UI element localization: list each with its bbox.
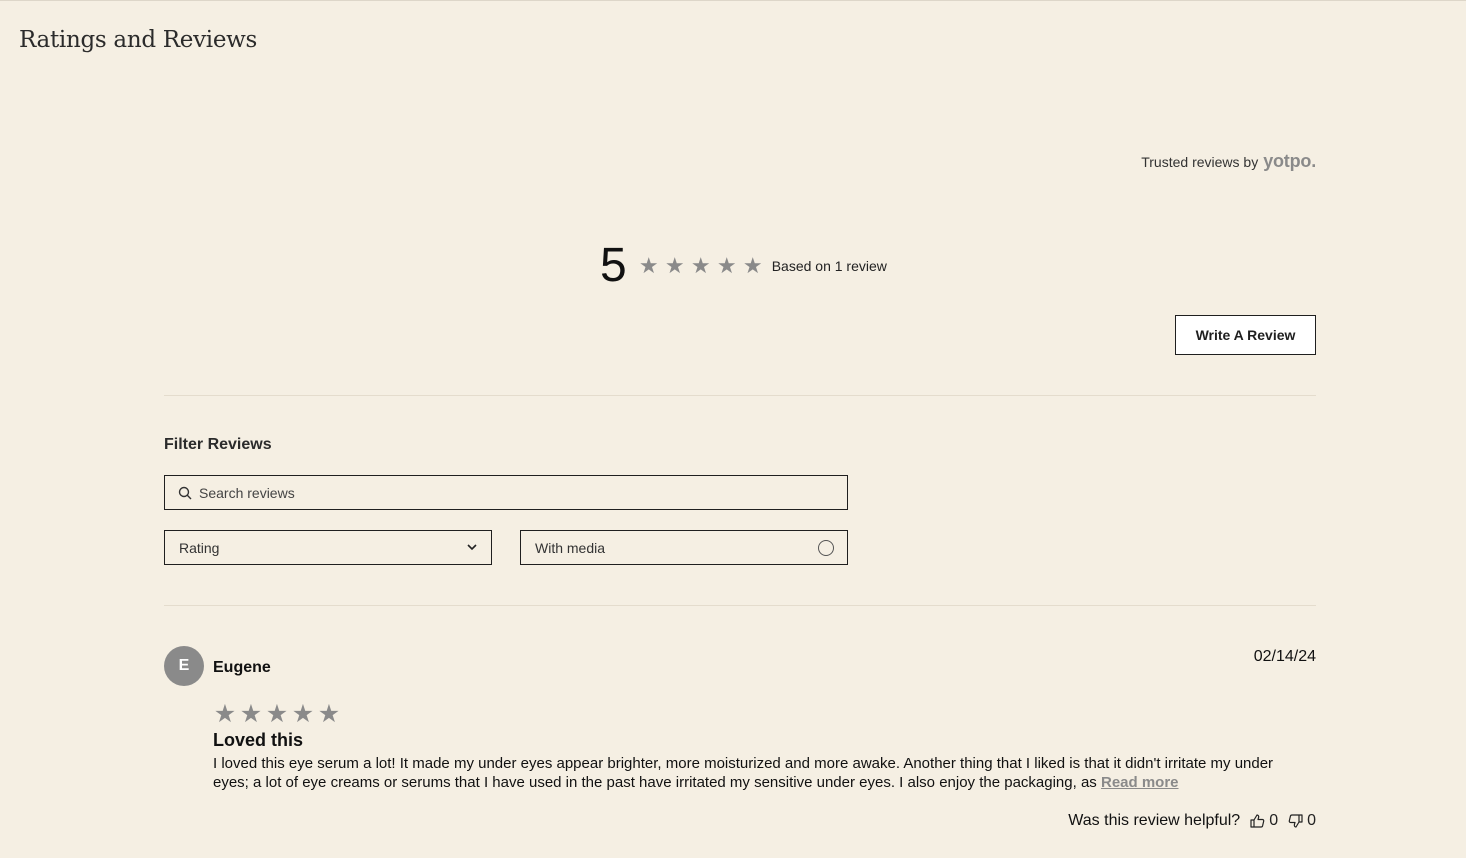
star-icon: ★: [213, 700, 237, 728]
review-count: Based on 1 review: [771, 258, 887, 274]
review-stars: ★ ★ ★ ★ ★: [212, 699, 342, 729]
with-media-filter[interactable]: With media: [520, 530, 848, 565]
write-review-button[interactable]: Write A Review: [1175, 315, 1316, 355]
review-date: 02/14/24: [1253, 648, 1316, 665]
section-title: Ratings and Reviews: [19, 27, 258, 53]
yotpo-logo[interactable]: yotpo.: [1263, 151, 1316, 172]
helpful-votes: Was this review helpful? 0 0: [1068, 812, 1316, 830]
top-divider: [0, 0, 1466, 1]
filter-reviews-title: Filter Reviews: [164, 436, 272, 453]
star-icon: ★: [638, 253, 659, 278]
upvote-count: 0: [1269, 812, 1279, 829]
downvote-count: 0: [1307, 812, 1316, 829]
divider: [164, 395, 1316, 396]
thumbs-up-icon: [1250, 814, 1265, 828]
rating-filter-label: Rating: [179, 539, 220, 556]
rating-summary: 5 ★ ★ ★ ★ ★ Based on 1 review: [600, 240, 887, 292]
star-icon: ★: [265, 700, 289, 728]
review-author: Eugene: [213, 659, 271, 676]
search-icon: [178, 486, 192, 499]
star-icon: ★: [742, 253, 763, 278]
star-icon: ★: [317, 700, 341, 728]
downvote-button[interactable]: 0: [1288, 812, 1316, 830]
star-icon: ★: [239, 700, 263, 728]
star-icon: ★: [690, 253, 711, 278]
star-icon: ★: [291, 700, 315, 728]
average-rating: 5: [600, 239, 627, 292]
review-title: Loved this: [213, 730, 304, 750]
trusted-reviews-text: Trusted reviews by: [1141, 154, 1259, 170]
with-media-label: With media: [535, 539, 606, 556]
avatar: E: [164, 646, 204, 686]
search-reviews-field[interactable]: [164, 475, 848, 510]
review-item: E Eugene 02/14/24 ★ ★ ★ ★ ★ Loved this I…: [164, 646, 1316, 846]
summary-stars: ★ ★ ★ ★ ★: [636, 253, 766, 279]
rating-filter-dropdown[interactable]: Rating: [164, 530, 492, 565]
divider: [164, 605, 1316, 606]
star-icon: ★: [716, 253, 737, 278]
chevron-down-icon: [467, 544, 477, 551]
helpful-prompt: Was this review helpful?: [1068, 812, 1241, 829]
radio-circle-icon[interactable]: [818, 539, 834, 556]
trusted-reviews-badge[interactable]: Trusted reviews by yotpo.: [1141, 151, 1316, 172]
search-input[interactable]: [199, 484, 819, 501]
thumbs-down-icon: [1288, 814, 1303, 828]
upvote-button[interactable]: 0: [1250, 812, 1278, 830]
review-body: I loved this eye serum a lot! It made my…: [213, 754, 1293, 792]
read-more-link[interactable]: Read more: [1101, 774, 1179, 791]
star-icon: ★: [664, 253, 685, 278]
